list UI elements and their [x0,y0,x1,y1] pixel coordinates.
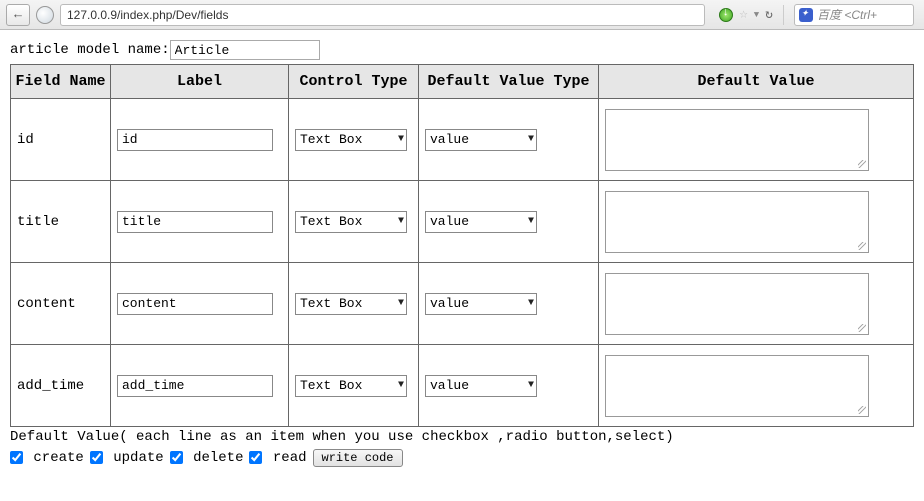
default-value-textarea[interactable] [605,273,869,335]
delete-label: delete [193,450,243,466]
default-value-type-value: value [430,132,469,147]
control-type-cell: Text Box ▼ [289,181,419,263]
control-type-select[interactable]: Text Box ▼ [295,293,407,315]
control-type-select[interactable]: Text Box ▼ [295,375,407,397]
search-engine-box[interactable]: 百度 <Ctrl+ [794,4,914,26]
update-option[interactable]: update [90,450,164,466]
page-content: article model name: Field Name Label Con… [0,30,924,477]
default-value-type-value: value [430,378,469,393]
write-code-button[interactable]: write code [313,449,403,467]
toolbar-divider [783,5,784,25]
fields-table: Field Name Label Control Type Default Va… [10,64,914,427]
site-identity-icon[interactable] [36,6,54,24]
search-placeholder: 百度 <Ctrl+ [817,6,877,23]
create-checkbox[interactable] [10,451,23,464]
url-bar[interactable]: 127.0.0.9/index.php/Dev/fields [60,4,705,26]
default-value-type-cell: value ▼ [419,99,599,181]
label-cell [111,263,289,345]
default-value-type-select[interactable]: value ▼ [425,129,537,151]
default-value-type-cell: value ▼ [419,345,599,427]
default-value-type-select[interactable]: value ▼ [425,293,537,315]
default-value-textarea[interactable] [605,191,869,253]
field-name-cell: add_time [11,345,111,427]
header-default-value-type: Default Value Type [419,65,599,99]
chevron-down-icon: ▼ [398,298,404,309]
delete-option[interactable]: delete [170,450,244,466]
model-name-label: article model name: [10,42,170,58]
control-type-cell: Text Box ▼ [289,99,419,181]
control-type-value: Text Box [300,214,362,229]
label-input[interactable] [117,129,273,151]
default-value-type-value: value [430,296,469,311]
field-name-cell: content [11,263,111,345]
label-input[interactable] [117,375,273,397]
chevron-down-icon: ▼ [528,216,534,227]
reload-icon[interactable]: ↻ [765,7,773,22]
control-type-value: Text Box [300,132,362,147]
read-option[interactable]: read [249,450,306,466]
default-value-help: Default Value( each line as an item when… [10,429,914,445]
default-value-type-value: value [430,214,469,229]
label-input[interactable] [117,293,273,315]
control-type-select[interactable]: Text Box ▼ [295,129,407,151]
field-name-cell: title [11,181,111,263]
chevron-down-icon: ▼ [528,380,534,391]
model-name-row: article model name: [10,40,914,60]
model-name-input[interactable] [170,40,320,60]
field-name-cell: id [11,99,111,181]
table-header-row: Field Name Label Control Type Default Va… [11,65,914,99]
footer-options: create update delete read write code [10,449,914,467]
default-value-type-select[interactable]: value ▼ [425,211,537,233]
create-option[interactable]: create [10,450,84,466]
default-value-textarea[interactable] [605,109,869,171]
download-icon[interactable] [719,8,733,22]
control-type-value: Text Box [300,296,362,311]
chevron-down-icon: ▼ [528,298,534,309]
update-label: update [113,450,163,466]
header-control-type: Control Type [289,65,419,99]
control-type-cell: Text Box ▼ [289,345,419,427]
baidu-icon [799,8,813,22]
chevron-down-icon: ▼ [398,134,404,145]
read-checkbox[interactable] [249,451,262,464]
header-default-value: Default Value [599,65,914,99]
read-label: read [273,450,307,466]
default-value-type-select[interactable]: value ▼ [425,375,537,397]
chevron-down-icon: ▼ [398,216,404,227]
table-row: add_time Text Box ▼ value ▼ [11,345,914,427]
browser-toolbar: ← 127.0.0.9/index.php/Dev/fields ☆ ▼ ↻ 百… [0,0,924,30]
control-type-select[interactable]: Text Box ▼ [295,211,407,233]
create-label: create [33,450,83,466]
toolbar-right: ☆ ▼ ↻ 百度 <Ctrl+ [715,4,918,26]
label-input[interactable] [117,211,273,233]
label-cell [111,99,289,181]
default-value-cell [599,263,914,345]
chevron-down-icon: ▼ [398,380,404,391]
label-cell [111,181,289,263]
bookmark-dropdown-icon[interactable]: ▼ [754,10,759,20]
table-row: content Text Box ▼ value ▼ [11,263,914,345]
control-type-value: Text Box [300,378,362,393]
chevron-down-icon: ▼ [528,134,534,145]
url-text: 127.0.0.9/index.php/Dev/fields [67,8,228,22]
label-cell [111,345,289,427]
default-value-cell [599,345,914,427]
control-type-cell: Text Box ▼ [289,263,419,345]
default-value-type-cell: value ▼ [419,181,599,263]
default-value-cell [599,181,914,263]
update-checkbox[interactable] [90,451,103,464]
header-field-name: Field Name [11,65,111,99]
bookmark-star-icon[interactable]: ☆ [739,6,747,23]
default-value-textarea[interactable] [605,355,869,417]
header-label: Label [111,65,289,99]
table-row: title Text Box ▼ value ▼ [11,181,914,263]
default-value-cell [599,99,914,181]
delete-checkbox[interactable] [170,451,183,464]
default-value-type-cell: value ▼ [419,263,599,345]
back-button[interactable]: ← [6,4,30,26]
table-row: id Text Box ▼ value ▼ [11,99,914,181]
